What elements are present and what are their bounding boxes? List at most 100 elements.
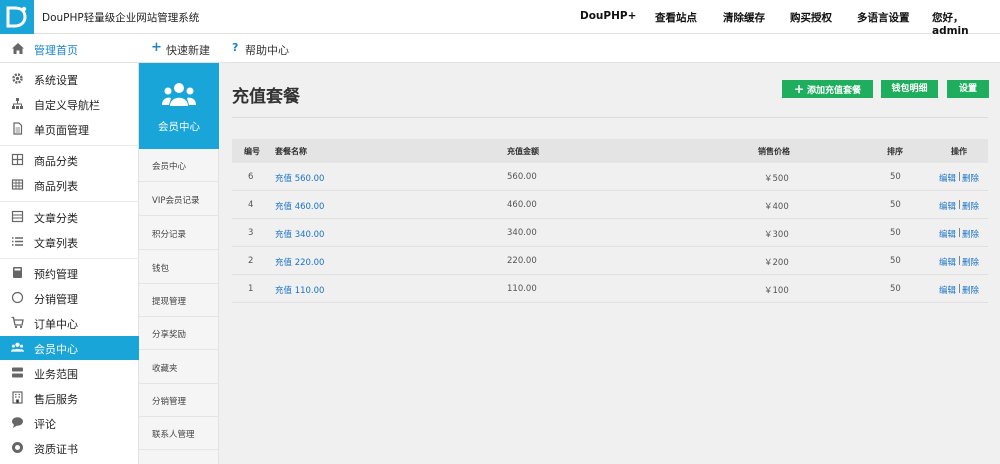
sub-sidebar: 会员中心 会员中心 VIP会员记录 积分记录 钱包 提现管理 分享奖励 收藏夹 …: [139, 63, 219, 464]
top-bar: DouPHP轻量级企业网站管理系统 DouPHP+ 查看站点 清除缓存 购买授权…: [0, 0, 1000, 37]
edit-link[interactable]: 编辑: [939, 200, 956, 212]
cell-sort: 50: [890, 256, 901, 266]
cart-icon: [11, 316, 24, 329]
sidebar-item-orders[interactable]: 订单中心: [0, 311, 139, 335]
cell-name-link[interactable]: 充值 220.00: [275, 256, 324, 268]
subside-item-vip-records[interactable]: VIP会员记录: [139, 183, 219, 216]
gear-icon: [12, 73, 23, 84]
sidebar-item-label: 系统设置: [34, 74, 78, 87]
sidebar-item-label: 单页面管理: [34, 124, 89, 137]
sidebar-item-reservation[interactable]: 预约管理: [0, 261, 139, 285]
sub-bar: 管理首页 + 快速新建 ? 帮助中心: [0, 34, 1000, 63]
sidebar-item-system-settings[interactable]: 系统设置: [0, 67, 139, 91]
cell-sort: 50: [890, 228, 901, 238]
cell-id: 4: [248, 200, 254, 210]
action-separator: |: [958, 256, 961, 266]
users-icon: [11, 342, 24, 352]
sidebar-item-distribution[interactable]: 分销管理: [0, 286, 139, 310]
subside-item-favorites[interactable]: 收藏夹: [139, 351, 219, 384]
app-title: DouPHP轻量级企业网站管理系统: [42, 12, 200, 24]
sidebar-item-members[interactable]: 会员中心: [0, 336, 139, 360]
add-package-button[interactable]: + 添加充值套餐: [782, 80, 873, 98]
wallet-details-button[interactable]: 钱包明细: [881, 80, 938, 98]
cell-id: 6: [248, 172, 254, 182]
col-amount: 充值金额: [507, 147, 539, 156]
topnav-clear-cache[interactable]: 清除缓存: [723, 10, 765, 25]
col-id: 编号: [244, 147, 260, 156]
sitemap-icon: [12, 98, 23, 109]
quick-new-link[interactable]: 快速新建: [166, 42, 210, 58]
table-row: 2 充值 220.00 220.00 ￥200 50 编辑 | 删除: [232, 247, 988, 275]
book-icon: [13, 267, 22, 278]
action-separator: |: [958, 228, 961, 238]
sidebar: 系统设置 自定义导航栏 单页面管理 商品分类 商品列表 文章分类 文章列表 预约…: [0, 63, 139, 464]
cell-name-link[interactable]: 充值 560.00: [275, 172, 324, 184]
delete-link[interactable]: 删除: [962, 284, 979, 296]
sidebar-item-label: 文章列表: [34, 237, 78, 250]
sidebar-item-product-category[interactable]: 商品分类: [0, 148, 139, 172]
sidebar-item-single-page[interactable]: 单页面管理: [0, 117, 139, 141]
edit-link[interactable]: 编辑: [939, 172, 956, 184]
topnav-buy-license[interactable]: 购买授权: [790, 10, 832, 25]
sidebar-item-comments[interactable]: 评论: [0, 411, 139, 435]
subside-item-share-rewards[interactable]: 分享奖励: [139, 317, 219, 350]
edit-link[interactable]: 编辑: [939, 256, 956, 268]
col-sort: 排序: [887, 147, 903, 156]
home-link[interactable]: 管理首页: [0, 34, 139, 63]
cell-price: ￥400: [764, 202, 789, 212]
cell-amount: 110.00: [507, 284, 537, 294]
edit-link[interactable]: 编辑: [939, 284, 956, 296]
help-center-link[interactable]: 帮助中心: [245, 42, 289, 58]
delete-link[interactable]: 删除: [962, 228, 979, 240]
delete-link[interactable]: 删除: [962, 172, 979, 184]
sidebar-item-custom-nav[interactable]: 自定义导航栏: [0, 92, 139, 116]
sidebar-item-certificates[interactable]: 资质证书: [0, 436, 139, 460]
col-name: 套餐名称: [275, 147, 307, 156]
subside-item-member-center[interactable]: 会员中心: [139, 149, 219, 182]
cell-amount: 220.00: [507, 256, 537, 266]
table-row: 6 充值 560.00 560.00 ￥500 50 编辑 | 删除: [232, 163, 988, 191]
subside-item-contacts[interactable]: 联系人管理: [139, 417, 219, 450]
edit-link[interactable]: 编辑: [939, 228, 956, 240]
list-icon: [12, 237, 23, 246]
subside-item-points-records[interactable]: 积分记录: [139, 217, 219, 250]
cell-price: ￥300: [764, 230, 789, 240]
settings-button[interactable]: 设置: [947, 80, 989, 98]
grid-icon: [11, 210, 24, 223]
subside-item-label: 会员中心: [152, 162, 187, 172]
sidebar-item-article-list[interactable]: 文章列表: [0, 230, 139, 254]
subside-item-label: 提现管理: [152, 297, 187, 307]
cell-name-link[interactable]: 充值 340.00: [275, 228, 324, 240]
subside-item-label: 联系人管理: [152, 430, 195, 440]
action-separator: |: [958, 200, 961, 210]
delete-link[interactable]: 删除: [962, 256, 979, 268]
subside-item-distribution[interactable]: 分销管理: [139, 384, 219, 417]
grid-icon: [11, 153, 24, 166]
sidebar-item-label: 自定义导航栏: [34, 99, 100, 112]
sidebar-item-product-list[interactable]: 商品列表: [0, 173, 139, 197]
title-divider: [232, 117, 988, 118]
delete-link[interactable]: 删除: [962, 200, 979, 212]
topnav-language-settings[interactable]: 多语言设置: [857, 10, 910, 25]
sidebar-item-after-sales[interactable]: 售后服务: [0, 386, 139, 410]
cell-sort: 50: [890, 200, 901, 210]
question-icon: ?: [232, 41, 239, 54]
home-icon: [12, 43, 24, 54]
cell-amount: 340.00: [507, 228, 537, 238]
table-header: 编号 套餐名称 充值金额 销售价格 排序 操作: [232, 139, 988, 163]
topnav-view-site[interactable]: 查看站点: [655, 10, 697, 25]
logo[interactable]: [0, 0, 34, 34]
sidebar-item-business-scope[interactable]: 业务范围: [0, 361, 139, 385]
subside-item-withdrawal[interactable]: 提现管理: [139, 284, 219, 317]
sidebar-item-article-category[interactable]: 文章分类: [0, 205, 139, 229]
topnav-user-greeting[interactable]: 您好，admin: [932, 10, 1000, 37]
main-content: 充值套餐 + 添加充值套餐 钱包明细 设置 编号 套餐名称 充值金额 销售价格 排…: [219, 63, 1000, 464]
cell-name-link[interactable]: 充值 110.00: [275, 284, 324, 296]
cell-id: 1: [248, 284, 254, 294]
sidebar-item-label: 资质证书: [34, 443, 78, 456]
sidebar-item-label: 商品分类: [34, 155, 78, 168]
subside-item-wallet[interactable]: 钱包: [139, 251, 219, 284]
sidebar-item-label: 预约管理: [34, 268, 78, 281]
cell-name-link[interactable]: 充值 460.00: [275, 200, 324, 212]
topnav-douphp-plus[interactable]: DouPHP+: [580, 10, 636, 22]
